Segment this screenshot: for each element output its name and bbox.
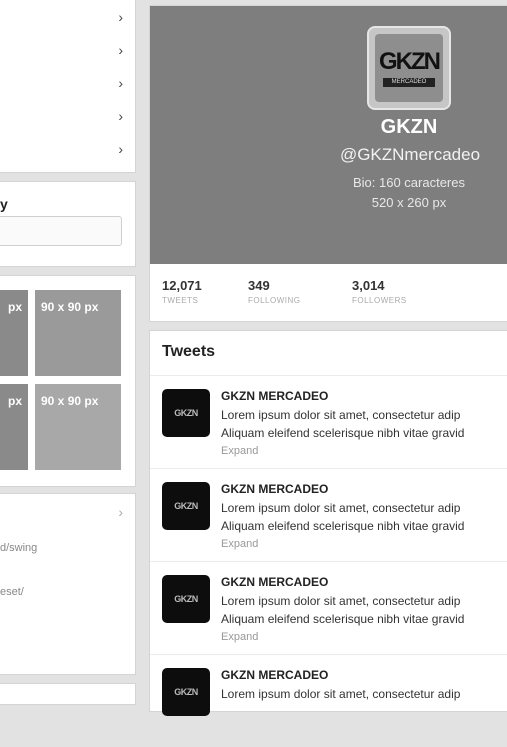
search-panel: y [0, 182, 135, 266]
logo-wordmark: GKZN [379, 48, 441, 75]
nav-menu-item[interactable]: › [0, 99, 135, 132]
tweet-item[interactable]: GKZN GKZN MERCADEO Lorem ipsum dolor sit… [150, 375, 507, 468]
stat-followers[interactable]: 3,014 FOLLOWERS [352, 278, 407, 305]
media-tile[interactable]: px [0, 384, 28, 470]
follow-suggestion-text[interactable]: eset/ [0, 586, 24, 598]
tweet-text: Lorem ipsum dolor sit amet, consectetur … [221, 501, 461, 515]
chevron-right-icon: › [118, 75, 123, 91]
stat-count: 349 [248, 278, 270, 293]
gkzn-logo: GKZN MERCADEO [375, 34, 443, 102]
who-to-follow-panel: › d/swing eset/ [0, 494, 135, 674]
media-tile[interactable]: 90 x 90 px [35, 384, 121, 470]
tweet-text: Aliquam eleifend scelerisque nibh vitae … [221, 612, 465, 626]
tweet-text: Lorem ipsum dolor sit amet, consectetur … [221, 594, 461, 608]
nav-menu-item[interactable]: › [0, 132, 135, 165]
avatar[interactable]: GKZN MERCADEO [369, 28, 449, 108]
nav-menu-item[interactable]: › [0, 33, 135, 66]
tweet-author[interactable]: GKZN MERCADEO [221, 668, 328, 682]
tweet-text: Aliquam eleifend scelerisque nibh vitae … [221, 519, 465, 533]
tweets-heading: Tweets [162, 343, 216, 360]
avatar[interactable]: GKZN [162, 482, 210, 530]
chevron-right-icon: › [118, 141, 123, 157]
nav-menu-panel: › › › › › [0, 0, 135, 172]
avatar[interactable]: GKZN [162, 389, 210, 437]
tweet-author[interactable]: GKZN MERCADEO [221, 482, 328, 496]
chevron-right-icon[interactable]: › [118, 504, 123, 520]
sidebar-footer-panel [0, 684, 135, 704]
tweet-text: Lorem ipsum dolor sit amet, consectetur … [221, 687, 461, 701]
profile-name: GKZN [380, 116, 438, 138]
media-tile[interactable]: px [0, 290, 28, 376]
profile-card: GKZN MERCADEO GKZN @GKZNmercadeo Bio: 16… [150, 6, 507, 321]
stat-following[interactable]: 349 FOLLOWING [248, 278, 301, 305]
tweet-item[interactable]: GKZN GKZN MERCADEO Lorem ipsum dolor sit… [150, 654, 507, 747]
logo-subtitle: MERCADEO [383, 78, 435, 87]
tweet-author[interactable]: GKZN MERCADEO [221, 389, 328, 403]
stat-label: TWEETS [162, 296, 199, 305]
expand-link[interactable]: Expand [221, 445, 258, 457]
stat-label: FOLLOWING [248, 296, 301, 305]
chevron-right-icon: › [118, 108, 123, 124]
tweet-item[interactable]: GKZN GKZN MERCADEO Lorem ipsum dolor sit… [150, 561, 507, 654]
chevron-right-icon: › [118, 9, 123, 25]
chevron-right-icon: › [118, 42, 123, 58]
search-input[interactable] [0, 216, 122, 246]
media-tile[interactable]: 90 x 90 px [35, 290, 121, 376]
avatar[interactable]: GKZN [162, 575, 210, 623]
stat-label: FOLLOWERS [352, 296, 407, 305]
tweets-panel: Tweets GKZN GKZN MERCADEO Lorem ipsum do… [150, 331, 507, 716]
tweet-text: Lorem ipsum dolor sit amet, consectetur … [221, 408, 461, 422]
tweet-item[interactable]: GKZN GKZN MERCADEO Lorem ipsum dolor sit… [150, 468, 507, 561]
profile-handle[interactable]: @GKZNmercadeo [320, 145, 500, 165]
expand-link[interactable]: Expand [221, 631, 258, 643]
tweet-author[interactable]: GKZN MERCADEO [221, 575, 328, 589]
expand-link[interactable]: Expand [221, 538, 258, 550]
cover-size-note: 520 x 260 px [371, 195, 447, 210]
stat-count: 12,071 [162, 278, 202, 293]
follow-suggestion-text[interactable]: d/swing [0, 542, 37, 554]
nav-menu-item[interactable]: › [0, 66, 135, 99]
nav-menu-item[interactable]: › [0, 0, 135, 33]
stat-tweets[interactable]: 12,071 TWEETS [162, 278, 202, 305]
tweet-text: Aliquam eleifend scelerisque nibh vitae … [221, 426, 465, 440]
search-heading: y [0, 196, 8, 212]
avatar[interactable]: GKZN [162, 668, 210, 716]
media-grid-panel: px 90 x 90 px px 90 x 90 px [0, 276, 135, 486]
profile-bio: Bio: 160 caracteres [352, 175, 465, 190]
stat-count: 3,014 [352, 278, 385, 293]
